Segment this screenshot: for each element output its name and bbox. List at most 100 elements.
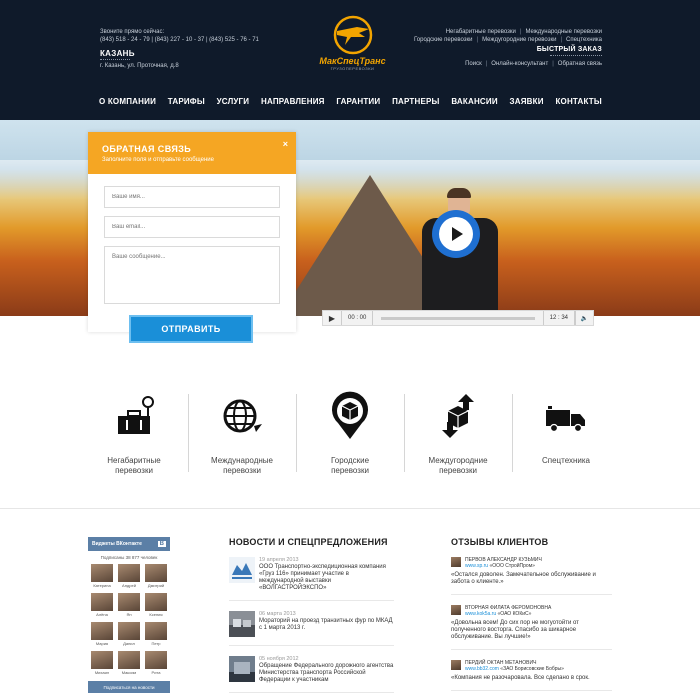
reviewer-site-link[interactable]: www.kok5a.ru — [465, 611, 496, 617]
site-header: Звоните прямо сейчас: (843) 518 - 24 - 7… — [0, 0, 700, 120]
reviewer-site-link[interactable]: www.sp.ru — [465, 563, 488, 569]
service-city[interactable]: Городские перевозки — [296, 390, 404, 480]
vk-member[interactable]: Ян — [118, 593, 140, 617]
news-item[interactable]: 06 марта 2013 Мораторий на проезд транзи… — [229, 601, 394, 646]
nav-requests[interactable]: ЗАЯВКИ — [510, 97, 544, 106]
feedback-title: ОБРАТНАЯ СВЯЗЬ — [102, 144, 192, 154]
section-divider — [0, 508, 700, 509]
news-section: НОВОСТИ И СПЕЦПРЕДЛОЖЕНИЯ 19 апреля 2013… — [229, 537, 394, 693]
service-intercity[interactable]: Междугородние перевозки — [404, 390, 512, 480]
message-field[interactable] — [104, 246, 280, 304]
news-item[interactable]: 19 апреля 2013 ООО Транспортно-экспедици… — [229, 547, 394, 601]
arrows-box-icon — [442, 394, 474, 438]
address: г. Казань, ул. Проточная, д.8 — [100, 63, 179, 69]
news-date: 06 марта 2013 — [259, 611, 296, 617]
quick-order-link[interactable]: БЫСТРЫЙ ЗАКАЗ — [537, 46, 602, 53]
nav-tariffs[interactable]: ТАРИФЫ — [168, 97, 205, 106]
vk-member[interactable]: Андрей — [118, 564, 140, 588]
vk-member[interactable]: Максим — [118, 651, 140, 675]
news-text[interactable]: Обращение Федерального дорожного агентст… — [259, 663, 394, 684]
link-oversized[interactable]: Негабаритные перевозки — [446, 29, 516, 35]
call-label: Звоните прямо сейчас: — [100, 29, 165, 35]
service-international[interactable]: Международные перевозки — [188, 390, 296, 480]
vk-member[interactable]: Рита — [145, 651, 167, 675]
service-label-2: перевозки — [115, 466, 153, 475]
vk-member[interactable]: Дмитрий — [145, 564, 167, 588]
contact-block: Звоните прямо сейчас: (843) 518 - 24 - 7… — [100, 28, 259, 70]
brand-tagline: ГРУЗОПЕРЕВОЗКИ — [330, 66, 375, 71]
news-date: 05 ноября 2012 — [259, 656, 299, 662]
avatar — [451, 660, 461, 670]
player-play-icon[interactable]: ▶ — [323, 314, 341, 323]
volume-icon[interactable]: 🔈 — [575, 311, 593, 325]
news-title: НОВОСТИ И СПЕЦПРЕДЛОЖЕНИЯ — [229, 537, 388, 547]
reviewer-site-link[interactable]: www.bb32.com — [465, 666, 499, 672]
service-special[interactable]: Спецтехника — [512, 390, 620, 480]
progress-track[interactable] — [381, 316, 535, 320]
vk-member[interactable]: Катерина — [91, 564, 113, 588]
reviews-section: ОТЗЫВЫ КЛИЕНТОВ ПЕРВОВ АЛЕКСАНДР КУЗЬМИЧ… — [451, 537, 612, 691]
avatar — [118, 564, 140, 582]
vk-member[interactable]: Алёна — [91, 593, 113, 617]
site-logo[interactable]: МакСпецТранс ГРУЗОПЕРЕВОЗКИ — [310, 15, 395, 71]
nav-vacancies[interactable]: ВАКАНСИИ — [451, 97, 497, 106]
video-player-controls: ▶ 00 : 00 12 : 34 🔈 — [322, 310, 594, 326]
vk-member[interactable]: Петр — [145, 622, 167, 646]
nav-services[interactable]: УСЛУГИ — [217, 97, 250, 106]
service-label-1: Международные — [210, 456, 273, 465]
utility-links: Поиск | Онлайн-консультант | Обратная связь — [465, 61, 602, 67]
vk-subscribe-button[interactable]: Подписаться на новости — [88, 681, 170, 693]
reviews-title: ОТЗЫВЫ КЛИЕНТОВ — [451, 537, 549, 547]
avatar — [145, 651, 167, 669]
globe-icon — [223, 399, 262, 433]
news-item[interactable]: 05 ноября 2012 Обращение Федерального до… — [229, 646, 394, 693]
vk-header[interactable]: Виджеты ВКонтакте В — [88, 537, 170, 551]
nav-partners[interactable]: ПАРТНЕРЫ — [392, 97, 440, 106]
nav-about[interactable]: О КОМПАНИИ — [99, 97, 156, 106]
avatar — [145, 564, 167, 582]
link-international[interactable]: Международные перевозки — [525, 29, 602, 35]
review-item: ПЕРВОВ АЛЕКСАНДР КУЗЬМИЧ www.sp.ru «ООО … — [451, 547, 612, 595]
video-play-button[interactable] — [432, 210, 480, 258]
review-text: «Остался доволен. Замечательное обслужив… — [451, 572, 596, 585]
truck-icon — [546, 406, 585, 433]
service-label-2: перевозки — [223, 466, 261, 475]
service-links: Негабаритные перевозки | Международные пер… — [413, 29, 602, 43]
link-intercity[interactable]: Междугородние перевозки — [482, 37, 556, 43]
service-oversized[interactable]: Негабаритные перевозки — [80, 390, 188, 480]
vk-member[interactable]: Мария — [91, 622, 113, 646]
close-icon[interactable]: × — [283, 139, 288, 149]
search-link[interactable]: Поиск — [465, 61, 482, 67]
send-button[interactable]: ОТПРАВИТЬ — [129, 315, 253, 343]
nav-guarantees[interactable]: ГАРАНТИИ — [336, 97, 380, 106]
feedback-form: ОБРАТНАЯ СВЯЗЬ Заполните поля и отправьт… — [88, 132, 296, 332]
map-pin-box-icon — [332, 391, 368, 439]
avatar — [118, 593, 140, 611]
online-consultant-link[interactable]: Онлайн-консультант — [491, 61, 548, 67]
feedback-subtitle: Заполните поля и отправьте сообщение — [102, 157, 214, 163]
phone-numbers[interactable]: (843) 518 - 24 - 79 | (843) 227 - 10 - 3… — [100, 37, 259, 43]
scale-luggage-icon — [118, 396, 154, 434]
avatar — [91, 651, 113, 669]
review-text: «Компания не разочаровала. Все сделано в… — [451, 675, 590, 681]
nav-contacts[interactable]: КОНТАКТЫ — [555, 97, 601, 106]
link-special[interactable]: Спецтехника — [566, 37, 602, 43]
city-selector[interactable]: КАЗАНЬ — [100, 50, 259, 58]
service-label-1: Негабаритные — [107, 456, 161, 465]
vk-member[interactable]: Ксения — [145, 593, 167, 617]
reviewer-company: «ООО СтройПром» — [489, 563, 535, 569]
news-text[interactable]: Мораторий на проезд транзитных фур по МК… — [259, 618, 394, 632]
vk-member[interactable]: Михаил — [91, 651, 113, 675]
feedback-link[interactable]: Обратная связь — [558, 61, 602, 67]
name-field[interactable] — [104, 186, 280, 208]
play-icon — [452, 227, 463, 241]
link-city[interactable]: Городские перевозки — [414, 37, 473, 43]
email-field[interactable] — [104, 216, 280, 238]
nav-directions[interactable]: НАПРАВЛЕНИЯ — [261, 97, 325, 106]
news-text[interactable]: ООО Транспортно-экспедиционная компания … — [259, 564, 394, 592]
avatar — [91, 593, 113, 611]
avatar — [451, 557, 461, 567]
avatar — [118, 651, 140, 669]
vk-members-grid: Катерина Андрей Дмитрий Алёна Ян Ксения … — [88, 564, 170, 675]
vk-member[interactable]: Данил — [118, 622, 140, 646]
